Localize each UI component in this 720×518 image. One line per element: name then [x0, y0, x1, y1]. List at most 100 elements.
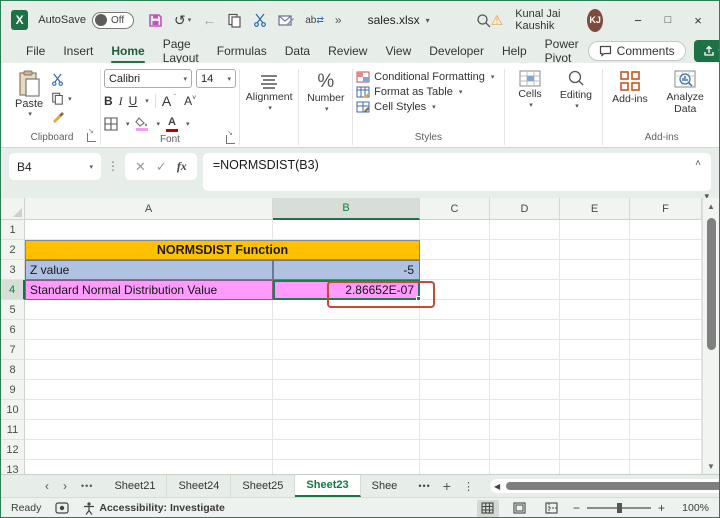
font-dialog-launcher[interactable]: [225, 129, 235, 144]
sheet-nav-next-icon[interactable]: ›: [63, 479, 67, 493]
row-header-8[interactable]: 8: [1, 360, 25, 380]
cell-e5[interactable]: [560, 300, 630, 320]
clipboard-dialog-launcher[interactable]: [87, 127, 97, 142]
name-box[interactable]: B4 ▾: [9, 153, 101, 180]
row-header-7[interactable]: 7: [1, 340, 25, 360]
font-size-combo[interactable]: 14 ▾: [195, 69, 236, 88]
cell-a2-title[interactable]: NORMSDIST Function: [25, 240, 420, 260]
cell-a10[interactable]: [25, 400, 273, 420]
borders-dropdown[interactable]: ▾: [126, 120, 130, 128]
formula-bar-collapse-icon[interactable]: ˄: [695, 158, 701, 169]
vertical-scroll-thumb[interactable]: [706, 218, 716, 350]
cell-c7[interactable]: [420, 340, 490, 360]
cell-a12[interactable]: [25, 440, 273, 460]
tab-home[interactable]: Home: [102, 42, 153, 63]
cell-a9[interactable]: [25, 380, 273, 400]
scroll-up-icon[interactable]: ▲: [707, 198, 715, 214]
addins-button[interactable]: Add-ins: [612, 66, 648, 132]
font-color-button[interactable]: A: [165, 116, 178, 132]
cut-icon[interactable]: [253, 13, 267, 27]
ab-edit-icon[interactable]: ab ⇄: [305, 15, 324, 26]
avatar[interactable]: KJ: [587, 8, 603, 32]
tab-insert[interactable]: Insert: [54, 42, 102, 60]
cell-a13[interactable]: [25, 460, 273, 474]
cell-e7[interactable]: [560, 340, 630, 360]
column-header-e[interactable]: E: [560, 198, 630, 220]
zoom-slider-thumb[interactable]: [616, 503, 622, 513]
email-pen-icon[interactable]: [278, 14, 295, 27]
row-header-3[interactable]: 3: [1, 260, 25, 280]
cell-c10[interactable]: [420, 400, 490, 420]
font-color-dropdown[interactable]: ▾: [186, 120, 190, 128]
row-header-6[interactable]: 6: [1, 320, 25, 340]
column-header-f[interactable]: F: [630, 198, 702, 220]
column-header-a[interactable]: A: [25, 198, 273, 220]
analyze-data-button[interactable]: Analyze Data: [659, 66, 711, 132]
copy-button[interactable]: ▾: [51, 91, 72, 106]
zoom-slider[interactable]: [586, 503, 651, 513]
new-sheet-icon[interactable]: +: [443, 478, 451, 494]
cell-a6[interactable]: [25, 320, 273, 340]
cell-a3-z-label[interactable]: Z value: [25, 260, 273, 280]
accessibility-status[interactable]: Accessibility: Investigate: [83, 501, 225, 515]
cell-e2[interactable]: [560, 240, 630, 260]
cell-e10[interactable]: [560, 400, 630, 420]
search-icon[interactable]: [476, 13, 491, 28]
sheet-tab-partial[interactable]: Shee: [361, 475, 409, 497]
cell-b13[interactable]: [273, 460, 420, 474]
scroll-down-icon[interactable]: ▼: [707, 458, 715, 474]
cell-d7[interactable]: [490, 340, 560, 360]
cell-d8[interactable]: [490, 360, 560, 380]
cell-d5[interactable]: [490, 300, 560, 320]
zoom-level[interactable]: 100%: [675, 502, 709, 514]
close-button[interactable]: ×: [683, 13, 713, 28]
cell-d4[interactable]: [490, 280, 560, 300]
cell-c4[interactable]: [420, 280, 490, 300]
cell-a8[interactable]: [25, 360, 273, 380]
shrink-font-button[interactable]: A˅: [184, 94, 196, 108]
zoom-out-icon[interactable]: −: [573, 501, 580, 515]
fill-handle[interactable]: [416, 296, 421, 301]
tab-developer[interactable]: Developer: [420, 42, 493, 60]
cell-f2[interactable]: [630, 240, 702, 260]
column-header-b[interactable]: B: [273, 198, 420, 220]
vertical-scrollbar[interactable]: ▲ ▼: [702, 198, 719, 474]
row-header-12[interactable]: 12: [1, 440, 25, 460]
cell-a1[interactable]: [25, 220, 273, 240]
cell-d2[interactable]: [490, 240, 560, 260]
cell-c12[interactable]: [420, 440, 490, 460]
cell-d6[interactable]: [490, 320, 560, 340]
underline-button[interactable]: U: [129, 94, 138, 108]
excel-logo-icon[interactable]: X: [11, 10, 29, 30]
cells-button[interactable]: Cells ▾: [518, 66, 542, 132]
tab-file[interactable]: File: [17, 42, 54, 60]
tab-view[interactable]: View: [376, 42, 420, 60]
cell-d12[interactable]: [490, 440, 560, 460]
cell-d11[interactable]: [490, 420, 560, 440]
page-break-view-button[interactable]: [541, 500, 563, 517]
cell-a7[interactable]: [25, 340, 273, 360]
page-layout-view-button[interactable]: [509, 500, 531, 517]
sheet-nav-prev-icon[interactable]: ‹: [45, 479, 49, 493]
back-arrow-icon[interactable]: ←: [202, 13, 216, 27]
cell-a11[interactable]: [25, 420, 273, 440]
hscroll-left-icon[interactable]: ◀: [494, 482, 500, 491]
cell-b12[interactable]: [273, 440, 420, 460]
undo-icon[interactable]: ↺ ▾: [174, 13, 191, 27]
cancel-icon[interactable]: ✕: [135, 159, 146, 175]
cell-c5[interactable]: [420, 300, 490, 320]
bold-button[interactable]: B: [104, 94, 113, 108]
comments-button[interactable]: Comments: [587, 41, 686, 61]
sheet-tab-sheet25[interactable]: Sheet25: [231, 475, 296, 497]
cell-c8[interactable]: [420, 360, 490, 380]
cell-b5[interactable]: [273, 300, 420, 320]
row-header-1[interactable]: 1: [1, 220, 25, 240]
tab-data[interactable]: Data: [276, 42, 319, 60]
format-painter-button[interactable]: [51, 110, 72, 125]
horizontal-scroll-thumb[interactable]: [506, 482, 719, 490]
qat-overflow-icon[interactable]: »: [335, 13, 342, 27]
sheet-overflow-icon[interactable]: •••: [418, 481, 430, 491]
share-button[interactable]: ▾: [693, 40, 719, 62]
borders-button[interactable]: [104, 117, 118, 131]
cell-e1[interactable]: [560, 220, 630, 240]
